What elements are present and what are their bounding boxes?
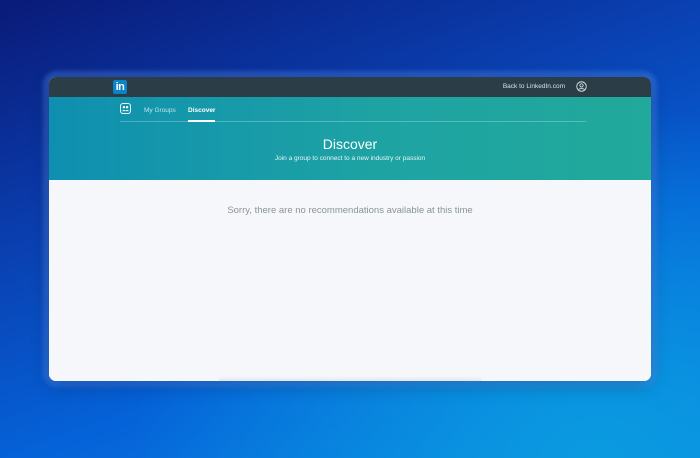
groups-icon[interactable] bbox=[120, 103, 131, 114]
top-bar: in Back to LinkedIn.com bbox=[49, 77, 651, 97]
groups-subnav: My Groups Discover bbox=[120, 97, 586, 122]
discover-hero: My Groups Discover Discover Join a group… bbox=[49, 97, 651, 180]
active-tab-indicator bbox=[188, 120, 215, 122]
empty-state-message: Sorry, there are no recommendations avai… bbox=[227, 205, 473, 216]
bottom-shadow bbox=[219, 376, 481, 381]
page-subtitle: Join a group to connect to a new industr… bbox=[274, 155, 426, 162]
recommendations-area: Sorry, there are no recommendations avai… bbox=[49, 180, 651, 381]
back-to-linkedin-link[interactable]: Back to LinkedIn.com bbox=[503, 82, 565, 92]
profile-icon[interactable] bbox=[576, 81, 587, 92]
page-title: Discover bbox=[322, 136, 378, 152]
tab-my-groups[interactable]: My Groups bbox=[144, 106, 176, 116]
linkedin-logo[interactable]: in bbox=[113, 80, 127, 94]
browser-window: in Back to LinkedIn.com My Groups Discov… bbox=[49, 77, 651, 381]
tab-discover[interactable]: Discover bbox=[188, 106, 215, 116]
